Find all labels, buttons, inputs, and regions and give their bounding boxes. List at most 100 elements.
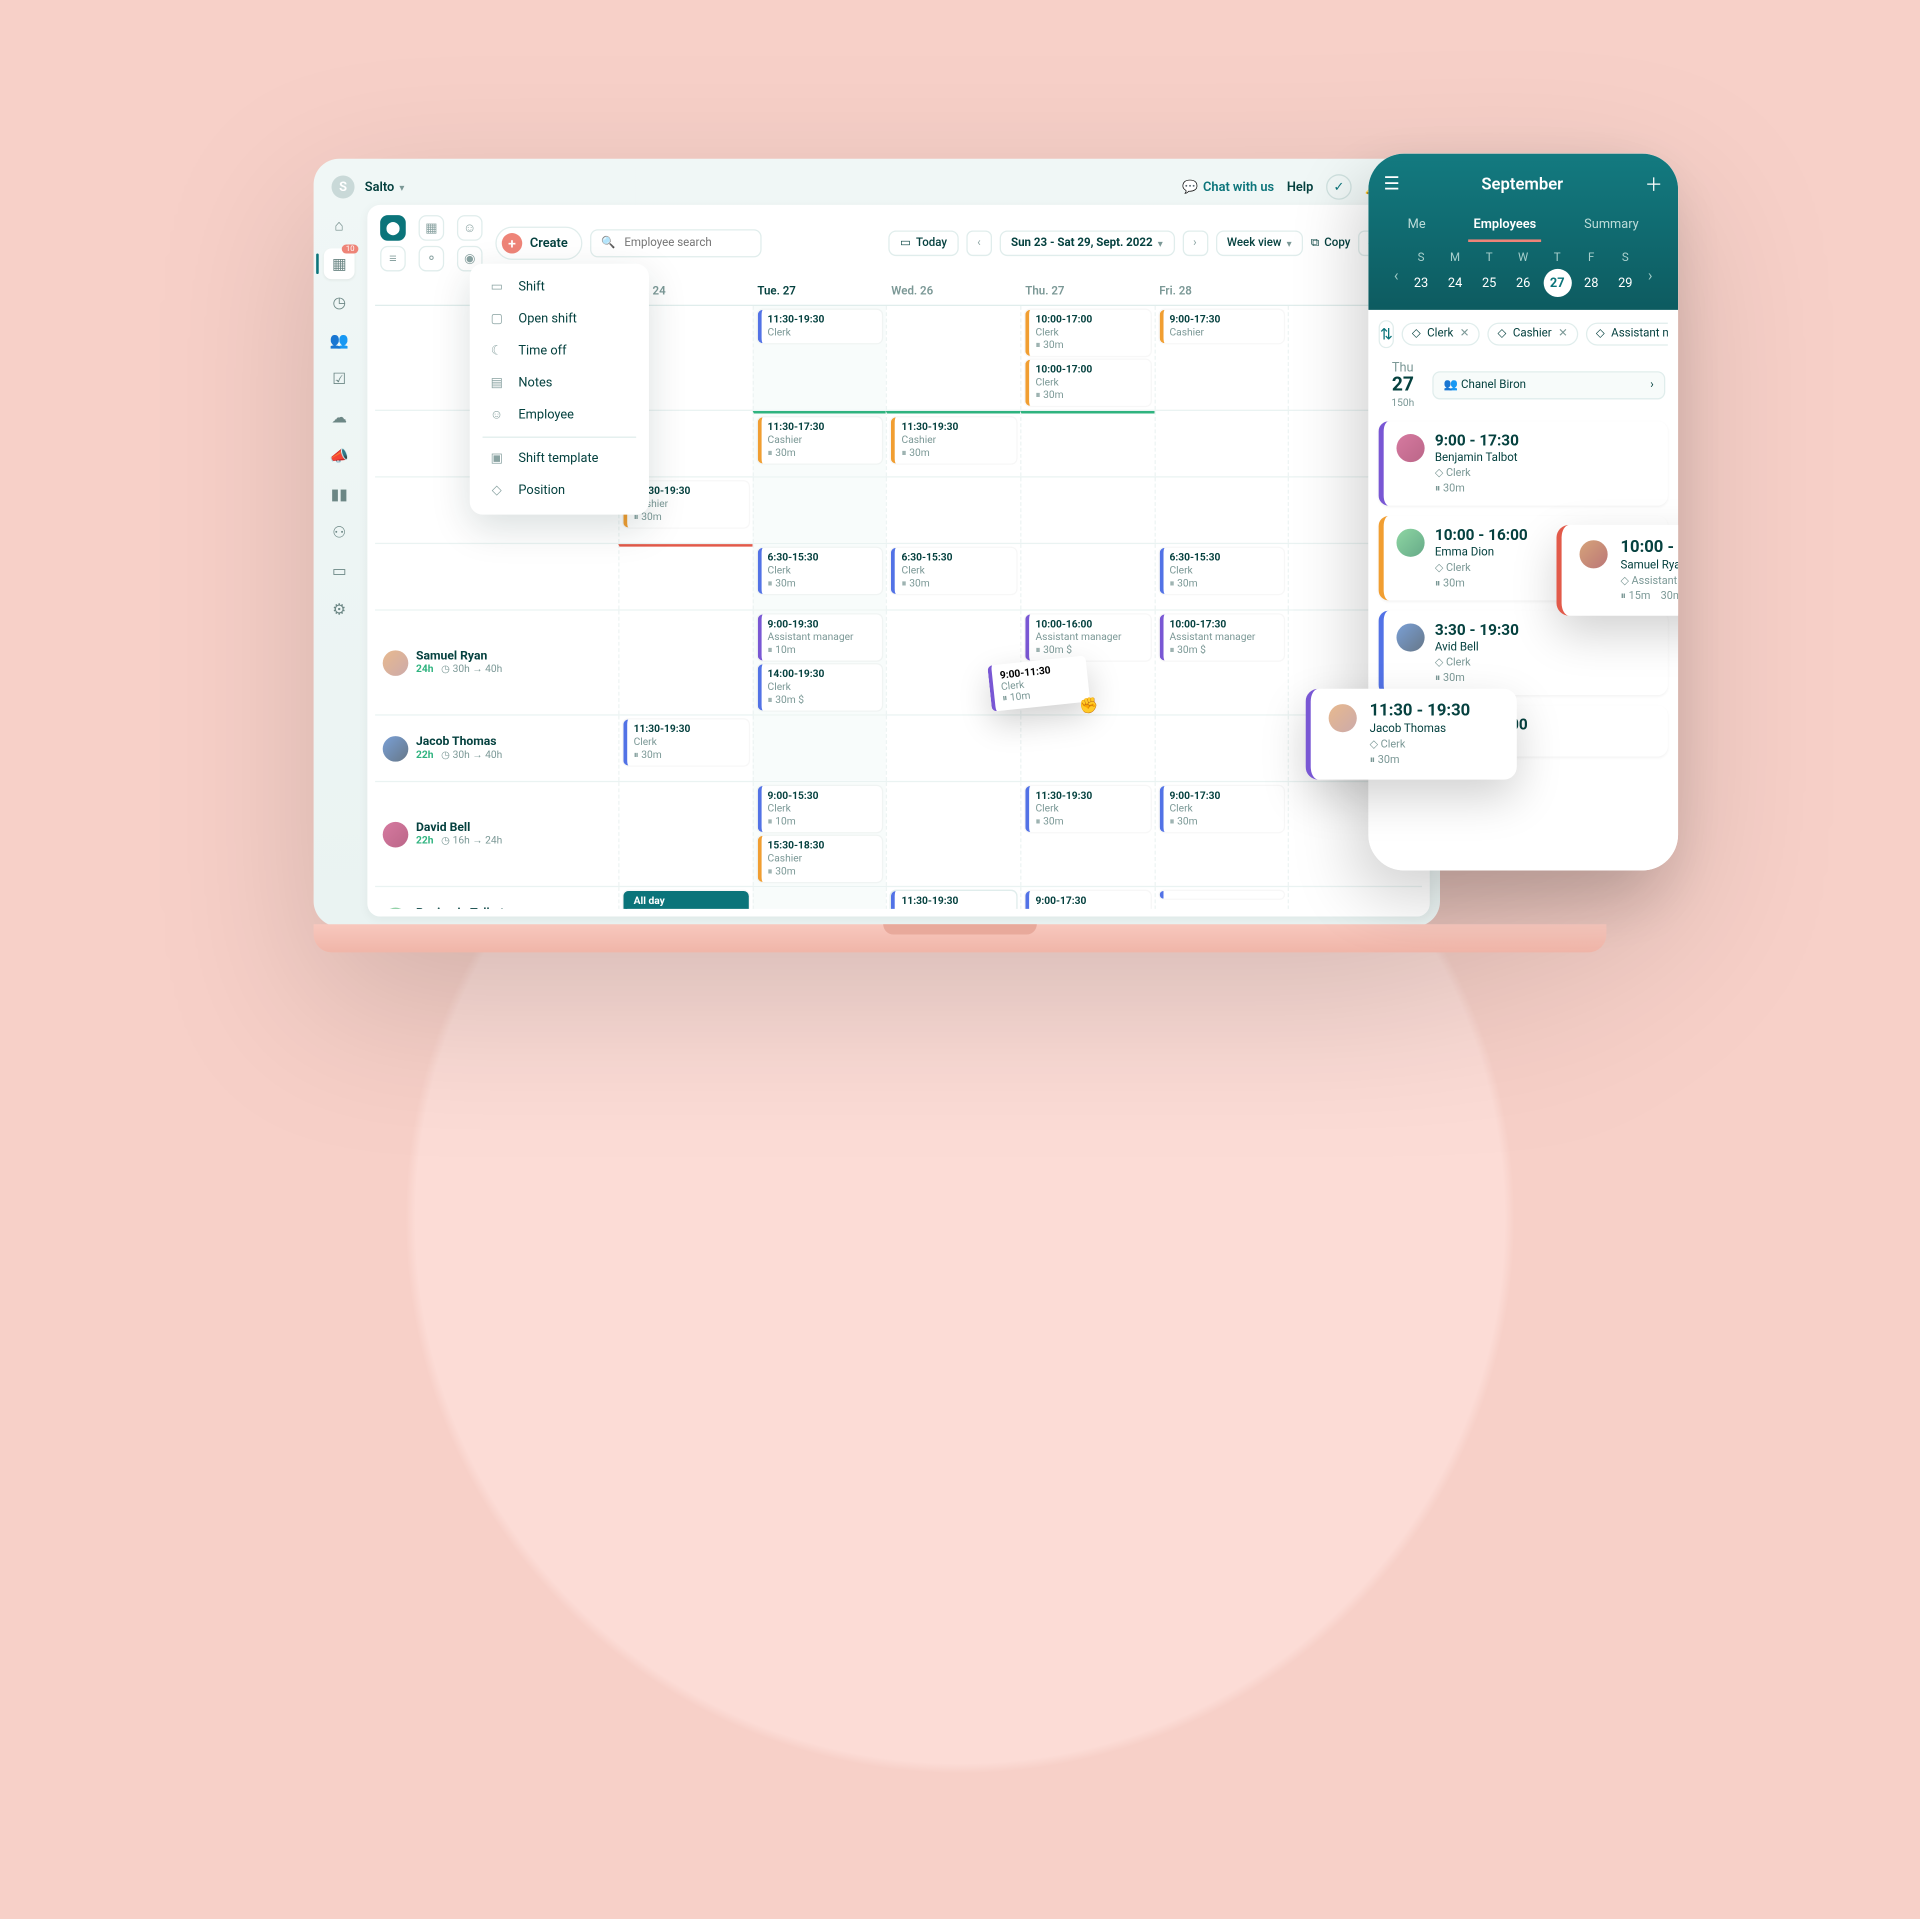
- schedule-cell[interactable]: [1154, 887, 1288, 909]
- nav-tasks[interactable]: ☑: [324, 364, 355, 395]
- mobile-filter-button[interactable]: ⇅: [1379, 320, 1394, 348]
- menu-item-shift-template[interactable]: ▣Shift template: [470, 443, 649, 475]
- schedule-cell[interactable]: [1288, 887, 1422, 909]
- view-list-toggle[interactable]: ≡: [380, 246, 406, 272]
- schedule-cell[interactable]: [618, 544, 752, 609]
- mobile-day[interactable]: S23: [1407, 252, 1435, 297]
- shift-card[interactable]: 11:30-19:30Cashier⏸ 30m: [891, 417, 1016, 463]
- schedule-cell[interactable]: 11:30-19:30Cashier⏸ 30m: [886, 411, 1020, 476]
- schedule-cell[interactable]: All day☾ Vacation: [618, 887, 752, 909]
- shift-card[interactable]: 11:30-19:30Clerk: [757, 310, 882, 343]
- nav-billing[interactable]: ▭: [324, 556, 355, 587]
- mobile-day[interactable]: M24: [1441, 252, 1469, 297]
- employee-cell[interactable]: Benjamin Talbot 29h◷ 35h → 40h: [375, 887, 618, 909]
- shift-card[interactable]: 9:00-15:30Clerk⏸ 10m: [757, 786, 882, 832]
- mobile-tab-summary[interactable]: Summary: [1579, 210, 1644, 242]
- schedule-cell[interactable]: [752, 887, 886, 909]
- nav-schedule[interactable]: ▦10: [324, 248, 355, 279]
- schedule-cell[interactable]: [886, 782, 1020, 886]
- nav-reports[interactable]: ▮▮: [324, 479, 355, 510]
- employee-cell[interactable]: David Bell 22h◷ 16h → 24h: [375, 782, 618, 886]
- schedule-cell[interactable]: 11:30-19:30Clerk: [752, 306, 886, 410]
- mobile-shift-card[interactable]: 9:00 - 17:30 Benjamin Talbot ◇ Clerk ⏸ 3…: [1379, 421, 1668, 505]
- schedule-cell[interactable]: [886, 716, 1020, 781]
- mobile-float-card-1[interactable]: 10:00 - 16:00 Samuel Ryan ◇ Assistant ma…: [1556, 525, 1678, 616]
- shift-card[interactable]: 6:30-15:30Clerk⏸ 30m: [1159, 548, 1284, 594]
- schedule-cell[interactable]: 6:30-15:30Clerk⏸ 30m: [886, 544, 1020, 609]
- schedule-cell[interactable]: [1154, 478, 1288, 543]
- employee-cell[interactable]: Samuel Ryan 24h◷ 30h → 40h: [375, 611, 618, 715]
- schedule-cell[interactable]: 6:30-15:30Clerk⏸ 30m: [752, 544, 886, 609]
- create-button[interactable]: + Create: [495, 227, 581, 260]
- shift-card[interactable]: 6:30-15:30Clerk⏸ 30m: [891, 548, 1016, 594]
- employee-search[interactable]: 🔍: [590, 229, 762, 257]
- menu-item-position[interactable]: ◇Position: [470, 475, 649, 507]
- schedule-cell[interactable]: 10:00-17:00Clerk⏸ 30m10:00-17:00Clerk⏸ 3…: [1020, 306, 1154, 410]
- view-selector[interactable]: Week view ▾: [1215, 230, 1303, 256]
- mobile-day[interactable]: W26: [1509, 252, 1537, 297]
- schedule-cell[interactable]: 11:30-17:30Cashier⏸ 30m: [752, 411, 886, 476]
- schedule-cell[interactable]: 9:00-17:30Cashier: [1154, 306, 1288, 410]
- shift-card[interactable]: 11:30-17:30Cashier⏸ 30m: [757, 417, 882, 463]
- menu-item-open-shift[interactable]: ▢Open shift: [470, 303, 649, 335]
- shift-card[interactable]: [1159, 891, 1284, 899]
- schedule-cell[interactable]: [1020, 544, 1154, 609]
- mobile-shift-card[interactable]: 3:30 - 19:30 Avid Bell ◇ Clerk ⏸ 30m: [1379, 611, 1668, 695]
- mobile-tab-me[interactable]: Me: [1403, 210, 1431, 242]
- nav-messages[interactable]: ☁: [324, 402, 355, 433]
- shift-card[interactable]: 11:30-19:30Clerk⏸ Forklift: [891, 891, 1016, 909]
- schedule-cell[interactable]: [752, 478, 886, 543]
- view-grid-toggle[interactable]: ▦: [419, 215, 445, 241]
- shift-card[interactable]: 6:30-15:30Clerk⏸ 30m: [757, 548, 882, 594]
- view-network-toggle[interactable]: ⚬: [419, 246, 445, 272]
- nav-settings[interactable]: ⚙: [324, 594, 355, 625]
- prev-week-button[interactable]: ‹: [966, 230, 992, 256]
- prev-week-mobile[interactable]: ‹: [1391, 266, 1401, 284]
- shift-card[interactable]: 11:30-19:30Clerk⏸ 30m: [1025, 786, 1150, 832]
- mobile-group-header[interactable]: 👥 Chanel Biron ›: [1432, 371, 1665, 399]
- shift-card[interactable]: All day☾ Vacation: [623, 891, 748, 909]
- approve-button[interactable]: ✓: [1326, 174, 1352, 200]
- menu-item-shift[interactable]: ▭Shift: [470, 271, 649, 303]
- schedule-cell[interactable]: [752, 716, 886, 781]
- mobile-day[interactable]: S29: [1611, 252, 1639, 297]
- schedule-cell[interactable]: 6:30-15:30Clerk⏸ 30m: [1154, 544, 1288, 609]
- schedule-cell[interactable]: [1020, 478, 1154, 543]
- schedule-cell[interactable]: 11:30-19:30Clerk⏸ 30m: [1020, 782, 1154, 886]
- hamburger-icon[interactable]: ☰: [1384, 174, 1400, 194]
- next-week-mobile[interactable]: ›: [1645, 266, 1655, 284]
- shift-card[interactable]: 15:30-18:30Cashier⏸ 30m: [757, 836, 882, 882]
- shift-card[interactable]: 10:00-17:00Clerk⏸ 30m: [1025, 310, 1150, 356]
- nav-org[interactable]: ⚇: [324, 517, 355, 548]
- mobile-day[interactable]: F28: [1577, 252, 1605, 297]
- mobile-float-card-2[interactable]: 11:30 - 19:30 Jacob Thomas ◇ Clerk ⏸ 30m: [1306, 689, 1517, 780]
- view-user-toggle[interactable]: ☺: [457, 215, 483, 241]
- menu-item-time-off[interactable]: ☾Time off: [470, 335, 649, 367]
- menu-item-notes[interactable]: ▤Notes: [470, 367, 649, 399]
- schedule-cell[interactable]: 9:00-15:30Clerk⏸ 10m15:30-18:30Cashier⏸ …: [752, 782, 886, 886]
- shift-card[interactable]: 9:00-17:30Clerk⏸ 30m: [1159, 786, 1284, 832]
- search-input[interactable]: [622, 236, 750, 251]
- schedule-cell[interactable]: [618, 611, 752, 715]
- schedule-cell[interactable]: 9:00-17:30Clerk⏸ 30m: [1020, 887, 1154, 909]
- close-icon[interactable]: ✕: [1460, 328, 1470, 341]
- mobile-chip-clerk[interactable]: ◇ Clerk ✕: [1402, 323, 1480, 346]
- schedule-cell[interactable]: 9:00-17:30Clerk⏸ 30m: [1154, 782, 1288, 886]
- shift-card[interactable]: 11:30-19:30Clerk⏸ 30m: [623, 719, 748, 765]
- schedule-cell[interactable]: [1020, 411, 1154, 476]
- shift-card[interactable]: 9:00-17:30Cashier: [1159, 310, 1284, 343]
- mobile-day[interactable]: T27: [1543, 252, 1571, 297]
- copy-button[interactable]: ⧉ Copy: [1311, 237, 1350, 250]
- schedule-cell[interactable]: [1020, 716, 1154, 781]
- view-map-toggle[interactable]: ⬤: [380, 215, 406, 241]
- mobile-chip-assistant[interactable]: ◇ Assistant ma: [1586, 323, 1668, 346]
- shift-card[interactable]: 9:00-19:30Assistant manager⏸ 10m: [757, 614, 882, 660]
- shift-card[interactable]: 10:00-17:00Clerk⏸ 30m: [1025, 360, 1150, 406]
- schedule-cell[interactable]: 10:00-17:30Assistant manager⏸ 30m $: [1154, 611, 1288, 715]
- help-link[interactable]: Help: [1287, 180, 1313, 194]
- schedule-cell[interactable]: [1154, 411, 1288, 476]
- schedule-cell[interactable]: 11:30-19:30Clerk⏸ 30m: [618, 716, 752, 781]
- schedule-cell[interactable]: [618, 782, 752, 886]
- nav-people[interactable]: 👥: [324, 325, 355, 356]
- schedule-cell[interactable]: [886, 478, 1020, 543]
